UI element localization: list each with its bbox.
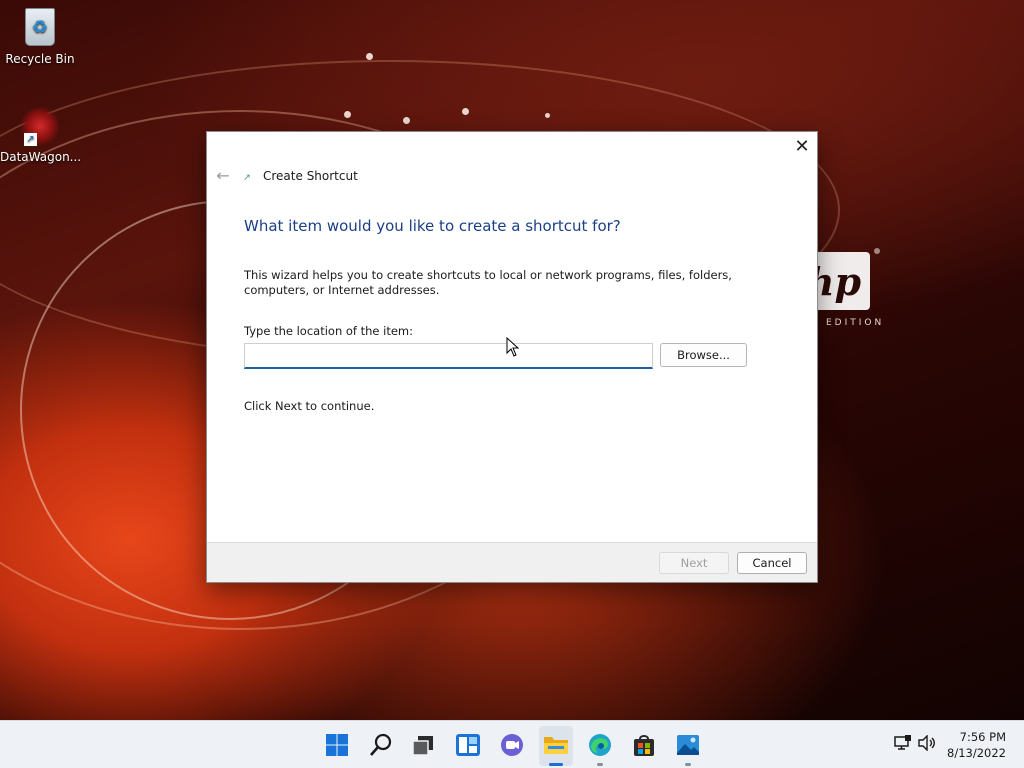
shortcut-arrow-icon: ↗ — [24, 133, 37, 146]
datawagon-shortcut-icon: ↗ — [20, 106, 60, 146]
close-button[interactable]: ✕ — [789, 134, 815, 160]
wallpaper-dot — [462, 108, 469, 115]
mouse-pointer-icon — [506, 337, 520, 357]
desktop-icon-label: DataWagon... — [0, 150, 82, 164]
network-icon[interactable] — [893, 735, 913, 755]
wizard-heading: What item would you like to create a sho… — [244, 217, 621, 235]
recycle-bin-icon: ♻ — [20, 8, 60, 48]
next-button[interactable]: Next — [659, 552, 729, 574]
wallpaper-dot — [366, 53, 373, 60]
cancel-button[interactable]: Cancel — [737, 552, 807, 574]
teams-chat-icon[interactable] — [497, 730, 527, 760]
windows-start-icon[interactable] — [322, 730, 352, 760]
volume-icon[interactable] — [917, 734, 937, 755]
location-input[interactable] — [244, 343, 653, 369]
wallpaper-dot — [403, 117, 410, 124]
clock-date: 8/13/2022 — [947, 746, 1006, 760]
running-app-indicator — [597, 763, 603, 766]
search-icon[interactable] — [366, 730, 396, 760]
running-app-indicator — [685, 763, 691, 766]
wallpaper-dot — [344, 111, 351, 118]
dialog-title: Create Shortcut — [263, 169, 358, 183]
browse-button[interactable]: Browse... — [660, 343, 747, 367]
location-label: Type the location of the item: — [244, 324, 414, 338]
desktop-icon-datawagon[interactable]: ↗ DataWagon... — [0, 106, 82, 164]
photos-icon[interactable] — [673, 730, 703, 760]
back-arrow-icon[interactable]: ← — [213, 166, 233, 186]
shortcut-wizard-icon: ↗ — [243, 173, 251, 183]
desktop-icon-label: Recycle Bin — [5, 52, 75, 66]
hp-edition-text: EDITION — [826, 318, 885, 328]
desktop-icon-recycle-bin[interactable]: ♻ Recycle Bin — [0, 8, 80, 66]
dialog-footer: Next Cancel — [207, 542, 817, 582]
wallpaper-dot — [545, 113, 550, 118]
wizard-description: This wizard helps you to create shortcut… — [244, 268, 732, 297]
edge-browser-icon[interactable] — [585, 730, 615, 760]
clock-time: 7:56 PM — [959, 730, 1006, 744]
continue-hint: Click Next to continue. — [244, 399, 375, 413]
task-view-icon[interactable] — [408, 730, 438, 760]
taskbar: 7:56 PM 8/13/2022 — [0, 720, 1024, 768]
create-shortcut-dialog: ✕ ← ↗ Create Shortcut What item would yo… — [206, 131, 818, 583]
widgets-icon[interactable] — [453, 730, 483, 760]
active-app-indicator — [549, 763, 563, 766]
microsoft-store-icon[interactable] — [629, 730, 659, 760]
system-clock[interactable]: 7:56 PM 8/13/2022 — [947, 729, 1006, 761]
file-explorer-icon[interactable] — [541, 730, 571, 760]
wallpaper-dot — [874, 248, 880, 254]
